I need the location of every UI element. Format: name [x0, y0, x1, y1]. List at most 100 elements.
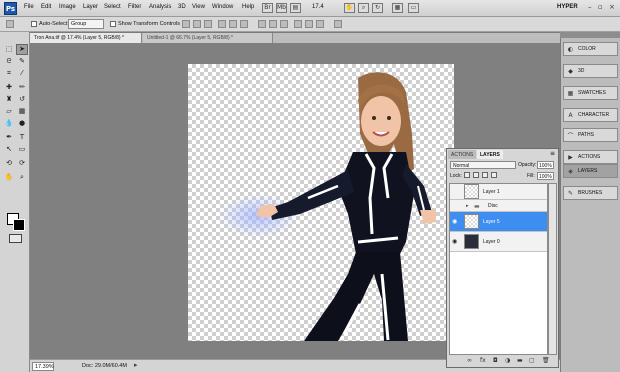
eraser-tool-icon[interactable]: ▱ [3, 106, 15, 117]
hand-icon[interactable]: ✋ [344, 3, 355, 13]
shape-tool-icon[interactable]: ▭ [16, 144, 28, 155]
align-left-icon[interactable] [218, 20, 226, 28]
crop-tool-icon[interactable]: ⌗ [3, 68, 15, 79]
dock-swatches[interactable]: ▦ SWATCHES [563, 86, 618, 100]
move-tool-icon[interactable]: ➤ [16, 44, 28, 55]
minimize-icon[interactable]: – [588, 3, 592, 11]
menu-help[interactable]: Help [242, 4, 254, 10]
auto-select-dropdown[interactable]: Group [68, 19, 104, 29]
workspace-switcher[interactable]: HYPER [557, 4, 578, 10]
rotate-view-icon[interactable]: ↻ [372, 3, 383, 13]
visibility-eye-icon[interactable]: ◉ [452, 238, 457, 245]
menu-layer[interactable]: Layer [83, 4, 98, 10]
distribute-left-icon[interactable] [294, 20, 302, 28]
align-bottom-icon[interactable] [204, 20, 212, 28]
distribute-top-icon[interactable] [258, 20, 266, 28]
menu-view[interactable]: View [192, 4, 205, 10]
dock-color[interactable]: ◐ COLOR [563, 42, 618, 56]
zoom-field[interactable]: 17.39% [32, 362, 54, 371]
menu-3d[interactable]: 3D [178, 4, 186, 10]
layer-list-scrollbar[interactable] [548, 183, 557, 355]
dock-layers[interactable]: ◈ LAYERS [563, 164, 618, 178]
visibility-eye-icon[interactable]: ◉ [452, 218, 457, 225]
type-tool-icon[interactable]: T [16, 132, 28, 143]
menu-analysis[interactable]: Analysis [149, 4, 171, 10]
new-group-icon[interactable]: ▬ [517, 357, 523, 364]
menu-edit[interactable]: Edit [41, 4, 51, 10]
menu-file[interactable]: File [24, 4, 34, 10]
3d-rotate-tool-icon[interactable]: ⟲ [3, 158, 15, 169]
align-top-icon[interactable] [182, 20, 190, 28]
brush-tool-icon[interactable]: ✏ [16, 82, 28, 93]
quick-mask-button[interactable] [9, 234, 22, 243]
tab-untitled-1[interactable]: Untitled-1 @ 66.7% (Layer 5, RGB/8) * [143, 33, 273, 43]
screen-mode-icon[interactable]: ▭ [408, 3, 419, 13]
auto-select-checkbox[interactable] [31, 21, 37, 27]
bridge-icon[interactable]: Br [262, 3, 273, 13]
align-hcenter-icon[interactable] [229, 20, 237, 28]
gradient-tool-icon[interactable]: ▦ [16, 106, 28, 117]
dock-character[interactable]: A CHARACTER [563, 108, 618, 122]
background-color-swatch[interactable] [13, 219, 25, 231]
tab-layers[interactable]: LAYERS [477, 150, 503, 159]
new-layer-icon[interactable]: ▢ [529, 357, 535, 364]
fill-field[interactable]: 100% [537, 172, 554, 180]
menu-window[interactable]: Window [212, 4, 233, 10]
arrange-documents-icon[interactable]: ▦ [392, 3, 403, 13]
lock-all-icon[interactable] [491, 172, 497, 178]
distribute-bottom-icon[interactable] [280, 20, 288, 28]
align-vcenter-icon[interactable] [193, 20, 201, 28]
align-right-icon[interactable] [240, 20, 248, 28]
dock-paths[interactable]: ⌒ PATHS [563, 128, 618, 142]
dock-header[interactable] [560, 32, 620, 38]
path-selection-tool-icon[interactable]: ↖ [3, 144, 15, 155]
dodge-tool-icon[interactable]: ● [16, 118, 28, 129]
tab-tron-ana[interactable]: Tron Ana.tif @ 17.4% (Layer 5, RGB/8) * [30, 33, 142, 43]
marquee-tool-icon[interactable]: ⬚ [3, 44, 15, 55]
menu-filter[interactable]: Filter [128, 4, 141, 10]
menu-select[interactable]: Select [104, 4, 121, 10]
move-tool-preset-icon[interactable] [6, 20, 14, 28]
dock-brushes[interactable]: ✎ BRUSHES [563, 186, 618, 200]
history-brush-tool-icon[interactable]: ↺ [16, 94, 28, 105]
dock-actions[interactable]: ▶ ACTIONS [563, 150, 618, 164]
zoom-tool-icon[interactable]: ⌕ [16, 172, 28, 183]
lock-pixels-icon[interactable] [473, 172, 479, 178]
healing-brush-tool-icon[interactable]: ✚ [3, 82, 15, 93]
layer-row-layer-1[interactable]: Layer 1 [450, 184, 547, 200]
show-transform-checkbox[interactable] [110, 21, 116, 27]
layer-row-disc[interactable]: ▸ ▬ Disc [450, 200, 547, 212]
distribute-hcenter-icon[interactable] [305, 20, 313, 28]
document-canvas[interactable] [188, 64, 454, 341]
restore-icon[interactable]: ▫ [598, 3, 603, 11]
distribute-right-icon[interactable] [316, 20, 324, 28]
status-menu-arrow-icon[interactable]: ▸ [134, 361, 138, 369]
menu-image[interactable]: Image [59, 4, 76, 10]
blend-mode-dropdown[interactable]: Normal [450, 161, 516, 169]
clone-stamp-tool-icon[interactable]: ♜ [3, 94, 15, 105]
opacity-field[interactable]: 100% [537, 161, 554, 169]
pen-tool-icon[interactable]: ✒ [3, 132, 15, 143]
minibridge-icon[interactable]: Mb [276, 3, 287, 13]
panel-menu-icon[interactable]: ≡ [550, 150, 555, 157]
close-icon[interactable]: × [609, 3, 615, 11]
auto-align-icon[interactable] [334, 20, 342, 28]
layer-row-layer-5[interactable]: ◉ Layer 5 [450, 212, 547, 232]
3d-orbit-tool-icon[interactable]: ⟳ [16, 158, 28, 169]
lock-position-icon[interactable] [482, 172, 488, 178]
adjustment-layer-icon[interactable]: ◑ [505, 357, 510, 364]
link-layers-icon[interactable]: ∞ [467, 357, 472, 364]
blur-tool-icon[interactable]: 💧 [3, 118, 15, 129]
expand-arrow-icon[interactable]: ▸ [466, 203, 469, 209]
quick-select-tool-icon[interactable]: ✎ [16, 56, 28, 67]
tab-actions[interactable]: ACTIONS [448, 150, 477, 159]
distribute-vcenter-icon[interactable] [269, 20, 277, 28]
lasso-tool-icon[interactable]: ᘓ [3, 56, 15, 67]
layer-mask-icon[interactable]: ◘ [493, 357, 498, 364]
delete-layer-icon[interactable]: 🗑 [542, 357, 550, 364]
extras-icon[interactable]: ▤ [290, 3, 301, 13]
zoom-level-readout[interactable]: 17.4 [312, 4, 324, 10]
layer-style-icon[interactable]: fx [480, 357, 486, 364]
layer-row-layer-0[interactable]: ◉ Layer 0 [450, 232, 547, 252]
dock-3d[interactable]: ◆ 3D [563, 64, 618, 78]
